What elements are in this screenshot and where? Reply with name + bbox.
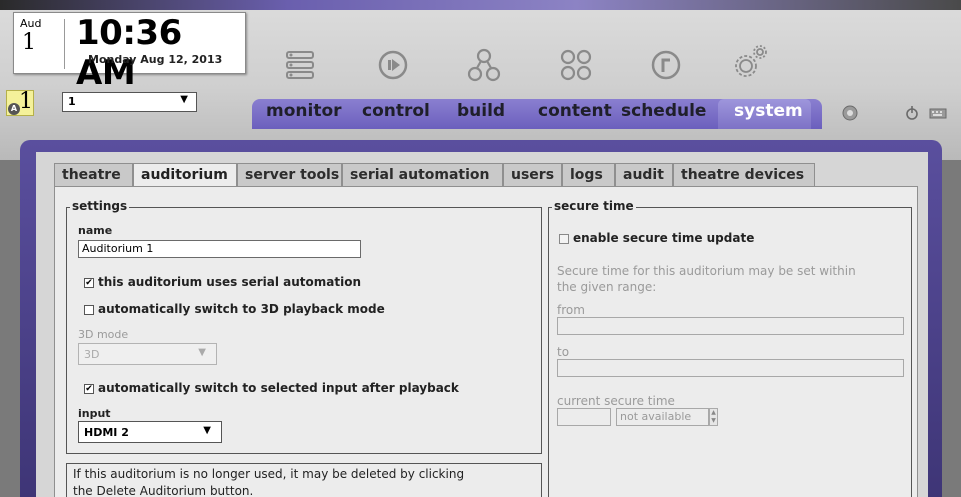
monitor-icon[interactable]	[283, 48, 317, 82]
top-bar-rim	[0, 0, 961, 10]
chevron-down-icon: ▼	[198, 347, 206, 358]
control-icon[interactable]	[376, 48, 410, 82]
auditorium-content: settings name Auditorium 1 ✔ this audito…	[54, 186, 918, 497]
tab-server-tools[interactable]: server tools	[237, 163, 342, 187]
enable-secure-time-label: enable secure time update	[573, 231, 755, 245]
clock-widget: Aud 1 10:36 AM Monday Aug 12, 2013	[13, 12, 246, 93]
input-select-value: HDMI 2	[84, 426, 129, 439]
nav-tab-build[interactable]: build	[457, 101, 505, 121]
delete-note-box: If this auditorium is no longer used, it…	[66, 463, 542, 497]
keyboard-icon[interactable]	[929, 104, 947, 122]
clock-date: Monday Aug 12, 2013	[88, 53, 223, 66]
secure-time-desc-line2: the given range:	[557, 280, 657, 294]
nav-tab-control[interactable]: control	[362, 101, 430, 121]
nav-tab-schedule[interactable]: schedule	[621, 101, 706, 121]
tab-serial-automation[interactable]: serial automation	[342, 163, 503, 187]
from-input[interactable]	[557, 317, 904, 335]
screen-select-value: 1	[68, 95, 76, 108]
tab-auditorium[interactable]: auditorium	[133, 163, 237, 188]
secure-time-group: secure time enable secure time update Se…	[548, 199, 912, 497]
tab-theatre-devices[interactable]: theatre devices	[673, 163, 815, 187]
screen-select[interactable]: 1 ▼	[62, 92, 197, 112]
auto-input-label: automatically switch to selected input a…	[98, 381, 459, 395]
to-label: to	[557, 345, 570, 359]
screen-badge: A 1	[6, 89, 34, 116]
tab-theatre[interactable]: theatre	[54, 163, 133, 187]
delete-note-line2: the Delete Auditorium button.	[73, 484, 254, 497]
nav-tab-content[interactable]: content	[538, 101, 612, 121]
chevron-down-icon: ▼	[180, 94, 188, 105]
secure-time-desc-line1: Secure time for this auditorium may be s…	[557, 264, 856, 278]
chevron-down-icon: ▼	[203, 425, 211, 436]
info-icon[interactable]	[841, 104, 859, 122]
name-input[interactable]: Auditorium 1	[78, 240, 361, 258]
nav-tab-monitor[interactable]: monitor	[266, 101, 342, 121]
serial-automation-label: this auditorium uses serial automation	[98, 275, 361, 289]
secure-time-legend: secure time	[552, 199, 636, 213]
serial-automation-checkbox[interactable]: ✔	[84, 278, 94, 288]
power-icon[interactable]	[903, 104, 921, 122]
clock-separator	[64, 19, 65, 69]
content-icon[interactable]	[559, 48, 593, 82]
mode-3d-value: 3D	[84, 348, 100, 361]
build-icon[interactable]	[467, 48, 501, 82]
current-secure-time-value: not available	[616, 408, 709, 426]
tab-audit[interactable]: audit	[615, 163, 673, 187]
to-input[interactable]	[557, 359, 904, 377]
current-secure-time-label: current secure time	[557, 394, 675, 408]
clock-day: 1	[22, 30, 36, 55]
screen-badge-number: 1	[19, 89, 33, 114]
settings-group: settings name Auditorium 1 ✔ this audito…	[66, 199, 542, 454]
settings-legend: settings	[70, 199, 130, 213]
system-icon[interactable]	[734, 44, 768, 78]
clock-month: Aud	[20, 17, 42, 30]
auto-3d-label: automatically switch to 3D playback mode	[98, 302, 385, 316]
top-bar: Aud 1 10:36 AM Monday Aug 12, 2013 A 1 1…	[0, 0, 961, 160]
main-nav: monitor control build content schedule s…	[252, 99, 822, 129]
mode-3d-select: 3D ▼	[78, 343, 217, 365]
enable-secure-time-checkbox[interactable]	[559, 234, 569, 244]
mode-3d-label: 3D mode	[78, 328, 129, 341]
current-secure-time-date	[557, 408, 611, 426]
nav-tab-system[interactable]: system	[734, 101, 803, 121]
schedule-icon[interactable]	[649, 48, 683, 82]
input-label: input	[78, 407, 111, 420]
input-select[interactable]: HDMI 2 ▼	[78, 421, 222, 443]
tab-users[interactable]: users	[503, 163, 562, 187]
tab-logs[interactable]: logs	[562, 163, 615, 187]
auto-3d-checkbox[interactable]	[84, 305, 94, 315]
from-label: from	[557, 303, 585, 317]
delete-note-line1: If this auditorium is no longer used, it…	[73, 467, 465, 481]
name-label: name	[78, 224, 113, 237]
auto-input-checkbox[interactable]: ✔	[84, 384, 94, 394]
time-spinner-icon[interactable]: ▲ ▼	[709, 408, 718, 426]
